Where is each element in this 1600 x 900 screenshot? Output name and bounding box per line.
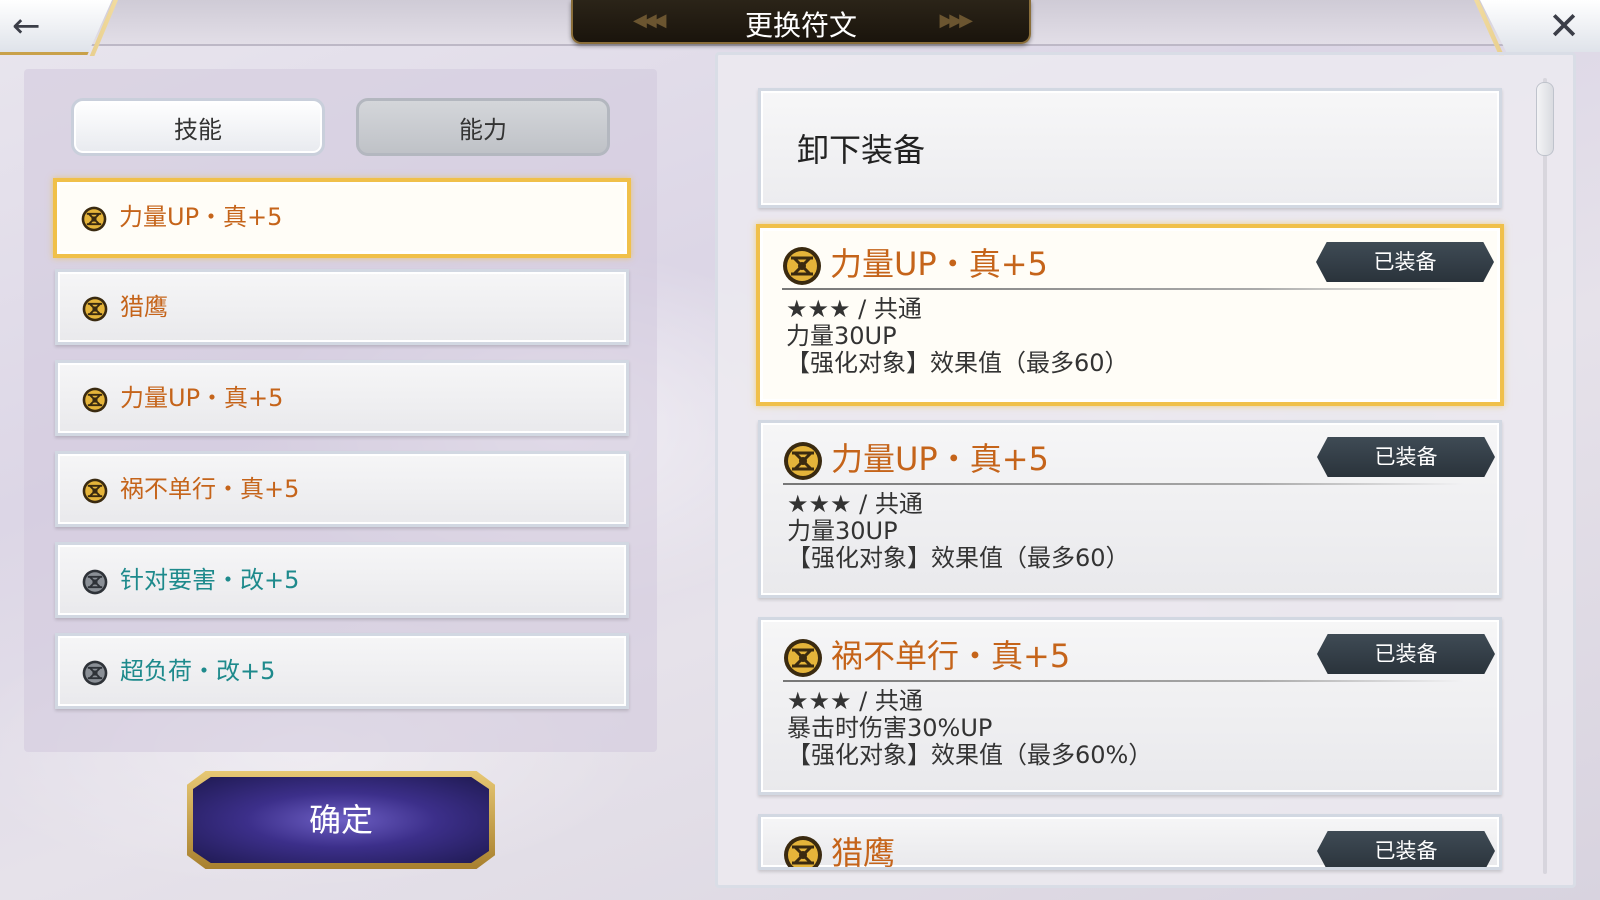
gold-rune-icon (784, 836, 822, 867)
equipped-badge: 已装备 (1316, 242, 1494, 282)
rune-list-item[interactable]: 力量UP・真+5 (53, 178, 631, 258)
rune-list-item[interactable]: 超负荷・改+5 (55, 633, 629, 709)
rune-card-rarity: ★★★ / 共通 (787, 687, 923, 715)
dark-rune-icon (82, 569, 108, 595)
gold-rune-icon (82, 387, 108, 413)
gold-rune-icon (82, 296, 108, 322)
rune-icon-wrap (82, 569, 108, 595)
rune-list-label: 力量UP・真+5 (119, 203, 283, 231)
rune-card[interactable]: 祸不单行・真+5 已装备 ★★★ / 共通 暴击时伤害30%UP 【强化对象】效果值（最… (758, 617, 1502, 795)
rune-icon-wrap (783, 638, 823, 678)
rune-card-divider (783, 680, 1463, 682)
rune-card-name: 猎鹰 (831, 834, 896, 870)
equipped-badge: 已装备 (1317, 437, 1495, 477)
gold-rune-icon (784, 442, 822, 480)
rune-card-divider (783, 483, 1463, 485)
scroll-thumb[interactable] (1536, 82, 1554, 156)
rune-icon-wrap (82, 387, 108, 413)
dark-rune-icon (82, 660, 108, 686)
rune-list-label: 针对要害・改+5 (120, 566, 300, 594)
rune-card-description: ★★★ / 共通 力量30UP 【强化对象】效果值（最多60） (787, 491, 1130, 572)
scroll-track (1543, 78, 1547, 874)
gold-rune-icon (82, 478, 108, 504)
rune-card-description: ★★★ / 共通 暴击时伤害30%UP 【强化对象】效果值（最多60%） (787, 688, 1152, 769)
rune-icon-wrap (81, 206, 107, 232)
rune-list-item[interactable]: 祸不单行・真+5 (55, 451, 629, 527)
rune-list-label: 力量UP・真+5 (120, 384, 284, 412)
rune-list-label: 猎鹰 (120, 293, 168, 321)
unequip-button[interactable]: 卸下装备 (758, 88, 1502, 208)
close-icon: ✕ (1548, 4, 1580, 48)
gold-rune-icon (81, 206, 107, 232)
rune-icon-wrap (783, 441, 823, 481)
rune-card-description: ★★★ / 共通 力量30UP 【强化对象】效果值（最多60） (786, 296, 1129, 377)
rune-card-rarity: ★★★ / 共通 (787, 490, 923, 518)
confirm-button[interactable]: 确定 (187, 771, 495, 869)
rune-card-rarity: ★★★ / 共通 (786, 295, 922, 323)
rune-list-item[interactable]: 针对要害・改+5 (55, 542, 629, 618)
title-plate: ◀◀◀ ▶▶▶ 更换符文 (571, 0, 1031, 44)
rune-card-effect: 力量30UP (787, 517, 898, 545)
rune-icon-wrap (82, 478, 108, 504)
scrollbar[interactable] (1536, 78, 1556, 874)
rune-list-item[interactable]: 力量UP・真+5 (55, 360, 629, 436)
rune-list-item[interactable]: 猎鹰 (55, 269, 629, 345)
rune-icon-wrap (82, 296, 108, 322)
page-title: 更换符文 (744, 9, 857, 42)
rune-icon-wrap (783, 835, 823, 867)
tab-skill[interactable]: 技能 (71, 98, 325, 156)
confirm-button-label: 确定 (308, 801, 373, 839)
rune-card-divider (782, 288, 1462, 290)
rune-list-label: 祸不单行・真+5 (120, 475, 300, 503)
rune-card-name: 祸不单行・真+5 (831, 637, 1071, 675)
equipped-badge: 已装备 (1317, 831, 1495, 867)
rune-card[interactable]: 力量UP・真+5 已装备 ★★★ / 共通 力量30UP 【强化对象】效果值（最多60） (758, 420, 1502, 598)
rune-card-effect: 暴击时伤害30%UP (787, 714, 993, 742)
rune-card-note: 【强化对象】效果值（最多60%） (787, 741, 1153, 769)
rune-card-note: 【强化对象】效果值（最多60） (786, 349, 1129, 377)
rune-icon-wrap (82, 660, 108, 686)
rune-card-effect: 力量30UP (786, 322, 897, 350)
rune-list-label: 超负荷・改+5 (120, 657, 276, 685)
gold-rune-icon (783, 247, 821, 285)
rune-card-name: 力量UP・真+5 (830, 245, 1048, 283)
equipped-badge: 已装备 (1317, 634, 1495, 674)
tab-ability[interactable]: 能力 (356, 98, 610, 156)
rune-card-note: 【强化对象】效果值（最多60） (787, 544, 1130, 572)
rune-card[interactable]: 猎鹰 已装备 (758, 814, 1502, 870)
back-arrow-icon: ← (12, 6, 41, 46)
rune-card-name: 力量UP・真+5 (831, 440, 1049, 478)
gold-rune-icon (784, 639, 822, 677)
rune-icon-wrap (782, 246, 822, 286)
rune-card[interactable]: 力量UP・真+5 已装备 ★★★ / 共通 力量30UP 【强化对象】效果值（最多60） (756, 224, 1504, 406)
unequip-label: 卸下装备 (797, 131, 926, 169)
